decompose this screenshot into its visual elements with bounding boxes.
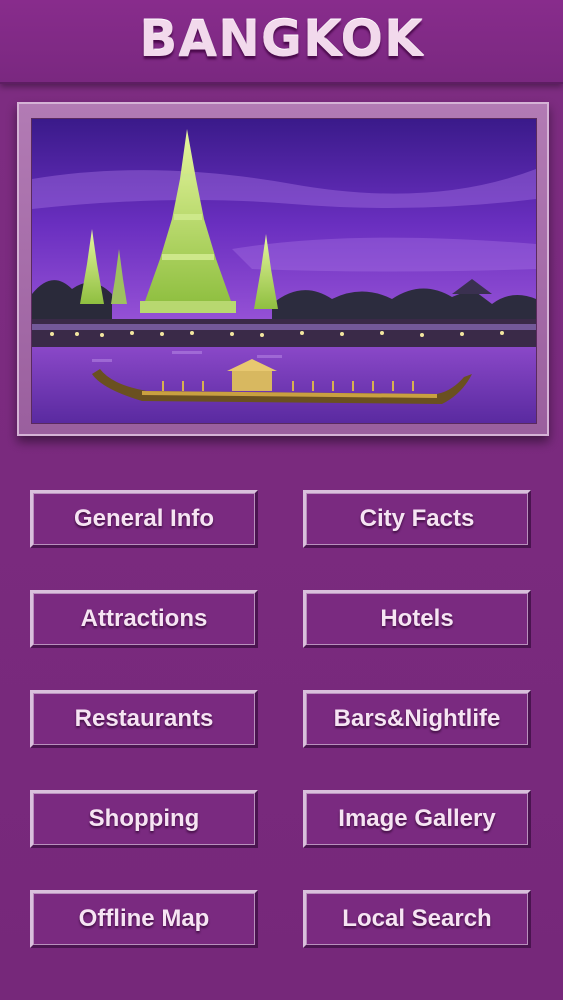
image-gallery-label: Image Gallery xyxy=(338,805,496,832)
page-title: BANGKOK xyxy=(139,10,424,68)
bars-nightlife-button[interactable]: Bars&Nightlife xyxy=(303,690,531,748)
shopping-label: Shopping xyxy=(88,805,200,832)
hotels-button[interactable]: Hotels xyxy=(303,590,531,648)
city-facts-button[interactable]: City Facts xyxy=(303,490,531,548)
restaurants-label: Restaurants xyxy=(74,705,214,732)
app-screen: BANGKOK General Info City Facts Attracti… xyxy=(0,0,563,1000)
general-info-button[interactable]: General Info xyxy=(30,490,258,548)
offline-map-label: Offline Map xyxy=(78,905,210,932)
image-gallery-button[interactable]: Image Gallery xyxy=(303,790,531,848)
shopping-button[interactable]: Shopping xyxy=(30,790,258,848)
restaurants-button[interactable]: Restaurants xyxy=(30,690,258,748)
hotels-label: Hotels xyxy=(380,605,454,632)
general-info-label: General Info xyxy=(73,505,215,532)
attractions-label: Attractions xyxy=(80,605,208,632)
attractions-button[interactable]: Attractions xyxy=(30,590,258,648)
header-bar: BANGKOK xyxy=(0,0,563,84)
local-search-label: Local Search xyxy=(342,905,492,932)
local-search-button[interactable]: Local Search xyxy=(303,890,531,948)
hero-image xyxy=(31,118,537,424)
hero-image-frame xyxy=(17,102,549,436)
offline-map-button[interactable]: Offline Map xyxy=(30,890,258,948)
bars-nightlife-label: Bars&Nightlife xyxy=(333,705,501,732)
city-facts-label: City Facts xyxy=(359,505,475,532)
